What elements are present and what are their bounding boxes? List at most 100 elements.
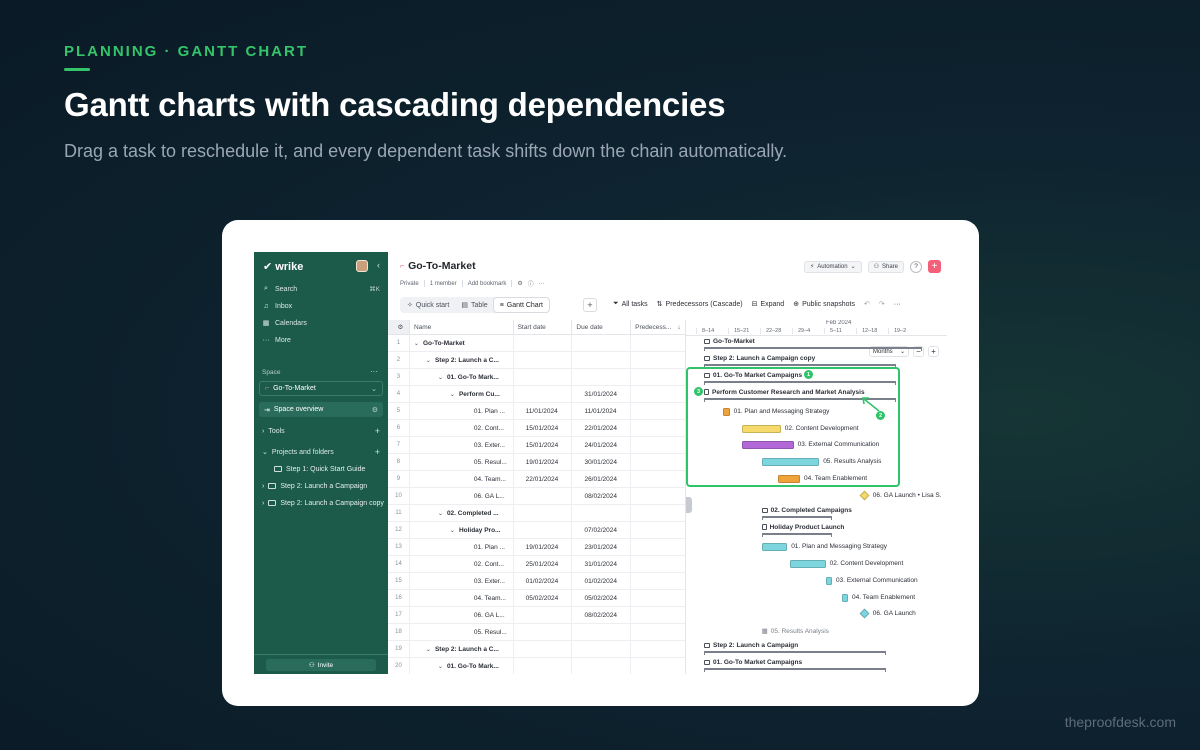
gantt-label-text[interactable]: Step 2: Launch a Campaign: [713, 642, 798, 649]
due-date-cell[interactable]: 11/01/2024: [572, 403, 632, 419]
predecessor-cell[interactable]: [631, 386, 685, 402]
expand-button[interactable]: ⊟ Expand: [752, 300, 785, 309]
start-date-cell[interactable]: 22/01/2024: [514, 471, 573, 487]
gantt-label-text[interactable]: Go-To-Market: [713, 338, 755, 345]
table-row[interactable]: 6 02. Cont... 15/01/2024 22/01/2024: [388, 420, 685, 437]
task-name-cell[interactable]: ⌄ Go-To-Market: [410, 335, 514, 351]
gear-icon[interactable]: ⚙: [372, 406, 378, 414]
start-date-cell[interactable]: [514, 335, 573, 351]
due-date-cell[interactable]: 24/01/2024: [572, 437, 632, 453]
page-title-text[interactable]: Go-To-Market: [408, 260, 475, 272]
gantt-label-text[interactable]: Holiday Product Launch: [770, 524, 845, 531]
create-button[interactable]: +: [928, 260, 941, 273]
due-date-cell[interactable]: 01/02/2024: [572, 573, 632, 589]
bookmark-link[interactable]: Add bookmark: [468, 281, 507, 287]
table-row[interactable]: 7 03. Exter... 15/01/2024 24/01/2024: [388, 437, 685, 454]
summary-bar[interactable]: [704, 347, 922, 351]
gantt-summary-label[interactable]: Go-To-Market: [704, 338, 755, 345]
start-date-cell[interactable]: 19/01/2024: [514, 539, 573, 555]
task-name-cell[interactable]: 01. Plan ...: [410, 539, 514, 555]
gear-icon[interactable]: ⚙: [517, 280, 522, 287]
predecessor-cell[interactable]: [631, 454, 685, 470]
start-date-cell[interactable]: [514, 522, 573, 538]
chevron-down-icon[interactable]: ⌄: [426, 357, 431, 364]
table-row[interactable]: 5 01. Plan ... 11/01/2024 11/01/2024: [388, 403, 685, 420]
redo-icon[interactable]: ↷: [879, 300, 885, 308]
predecessor-cell[interactable]: [631, 335, 685, 351]
task-name-cell[interactable]: 02. Cont...: [410, 420, 514, 436]
task-name-cell[interactable]: 05. Resul...: [410, 454, 514, 470]
start-date-cell[interactable]: 01/02/2024: [514, 573, 573, 589]
zoom-in-button[interactable]: +: [928, 346, 939, 357]
avatar[interactable]: [356, 260, 368, 272]
due-date-cell[interactable]: 05/02/2024: [572, 590, 632, 606]
chevron-down-icon[interactable]: ⌄: [426, 646, 431, 653]
due-date-cell[interactable]: 26/01/2024: [572, 471, 632, 487]
undo-icon[interactable]: ↶: [864, 300, 870, 308]
due-date-cell[interactable]: [572, 352, 632, 368]
sidebar-item-search[interactable]: ⌕ Search ⌘K: [262, 282, 380, 296]
predecessor-cell[interactable]: [631, 658, 685, 674]
gantt-unscheduled-item[interactable]: ▦ 05. Results Analysis: [762, 627, 829, 636]
task-name-cell[interactable]: 04. Team...: [410, 471, 514, 487]
table-row[interactable]: 2 ⌄ Step 2: Launch a C...: [388, 352, 685, 369]
predecessor-cell[interactable]: [631, 556, 685, 572]
due-date-cell[interactable]: 08/02/2024: [572, 607, 632, 623]
panel-resize-handle[interactable]: [686, 497, 692, 513]
task-name-cell[interactable]: ⌄ Holiday Pro...: [410, 522, 514, 538]
predecessor-cell[interactable]: [631, 624, 685, 640]
chevron-down-icon[interactable]: ⌄: [438, 510, 443, 517]
table-row[interactable]: 20 ⌄ 01. Go-To Mark...: [388, 658, 685, 674]
predecessor-cell[interactable]: [631, 505, 685, 521]
table-row[interactable]: 3 ⌄ 01. Go-To Mark...: [388, 369, 685, 386]
start-date-cell[interactable]: [514, 641, 573, 657]
table-row[interactable]: 10 06. GA L... 08/02/2024: [388, 488, 685, 505]
automation-button[interactable]: ⚡ Automation ⌄: [803, 260, 862, 273]
start-date-cell[interactable]: 15/01/2024: [514, 437, 573, 453]
predecessor-cell[interactable]: [631, 471, 685, 487]
table-row[interactable]: 1 ⌄ Go-To-Market: [388, 335, 685, 352]
gantt-summary-label[interactable]: Step 2: Launch a Campaign: [704, 642, 798, 649]
help-icon[interactable]: ?: [910, 260, 922, 273]
folder-item[interactable]: › Step 2: Launch a Campaign copy: [262, 496, 384, 510]
gantt-task-label[interactable]: 01. Plan and Messaging Strategy: [791, 543, 887, 550]
sidebar-item-space-overview[interactable]: ⇥ Space overview ⚙: [259, 402, 383, 417]
more-dots-icon[interactable]: ···: [894, 301, 901, 308]
gantt-label-text[interactable]: Step 2: Launch a Campaign copy: [713, 355, 815, 362]
chevron-down-icon[interactable]: ⌄: [438, 374, 443, 381]
task-name-cell[interactable]: 01. Plan ...: [410, 403, 514, 419]
table-row[interactable]: 12 ⌄ Holiday Pro... 07/02/2024: [388, 522, 685, 539]
public-snapshots-button[interactable]: ⊕ Public snapshots: [793, 300, 855, 309]
add-icon[interactable]: +: [375, 426, 380, 436]
chevron-down-icon[interactable]: ⌄: [450, 391, 455, 398]
summary-bar[interactable]: [761, 532, 833, 537]
table-row[interactable]: 18 05. Resul...: [388, 624, 685, 641]
start-date-cell[interactable]: [514, 658, 573, 674]
summary-bar[interactable]: [704, 651, 887, 656]
gantt-label-text[interactable]: 05. Results Analysis: [771, 628, 829, 635]
invite-button[interactable]: ⚇ Invite: [266, 659, 376, 671]
task-bar[interactable]: [825, 576, 832, 585]
start-date-cell[interactable]: 25/01/2024: [514, 556, 573, 572]
gantt-task-label[interactable]: 02. Content Development: [830, 560, 904, 567]
members-label[interactable]: 1 member: [430, 281, 457, 287]
summary-bar[interactable]: [761, 516, 833, 520]
tab-table[interactable]: ▤ Table: [455, 298, 493, 312]
gantt-task-label[interactable]: 04. Team Enablement: [852, 594, 915, 601]
gantt-summary-label[interactable]: Step 2: Launch a Campaign copy: [704, 355, 815, 362]
gantt-milestone-label[interactable]: 06. GA Launch • Lisa S.: [873, 492, 942, 499]
column-header-due[interactable]: Due date: [572, 320, 632, 334]
gantt-summary-label[interactable]: 01. Go-To Market Campaigns: [704, 659, 802, 666]
tab-gantt-chart[interactable]: ≡ Gantt Chart: [493, 298, 549, 312]
summary-bar[interactable]: [704, 363, 896, 368]
predecessors-toggle[interactable]: ⇅ Predecessors (Cascade): [657, 300, 743, 309]
due-date-cell[interactable]: 31/01/2024: [572, 556, 632, 572]
task-name-cell[interactable]: ⌄ 02. Completed ...: [410, 505, 514, 521]
summary-bar[interactable]: [704, 668, 887, 673]
folder-item[interactable]: Step 1: Quick Start Guide: [274, 462, 384, 476]
sidebar-item-tools[interactable]: › Tools +: [262, 424, 380, 438]
task-name-cell[interactable]: 06. GA L...: [410, 607, 514, 623]
predecessor-cell[interactable]: [631, 539, 685, 555]
due-date-cell[interactable]: [572, 658, 632, 674]
table-row[interactable]: 8 05. Resul... 19/01/2024 30/01/2024: [388, 454, 685, 471]
